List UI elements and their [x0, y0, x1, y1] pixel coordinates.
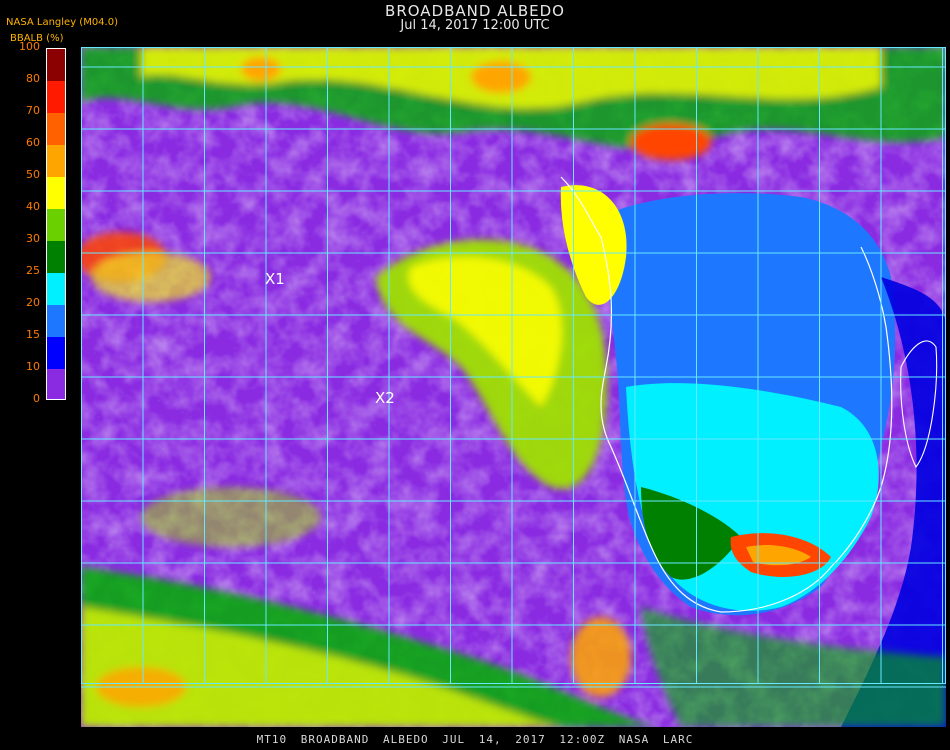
- colorbar-tick-label: 60: [26, 136, 40, 149]
- colorbar-tick-label: 15: [26, 328, 40, 341]
- colorbar-segment: [47, 305, 65, 337]
- map-datetime: Jul 14, 2017 12:00 UTC: [400, 18, 550, 33]
- colorbar-segment: [47, 145, 65, 177]
- colorbar-segment: [47, 49, 65, 81]
- colorbar-segment: [47, 113, 65, 145]
- marker-x2: X2: [375, 389, 395, 407]
- colorbar-segment: [47, 369, 65, 399]
- colorbar-tick-label: 80: [26, 72, 40, 85]
- footer-caption: MT10 BROADBAND ALBEDO JUL 14, 2017 12:00…: [256, 733, 694, 746]
- colorbar-segment: [47, 177, 65, 209]
- data-source-label: NASA Langley (M04.0): [6, 17, 118, 28]
- colorbar-tick-label: 100: [19, 40, 40, 53]
- colorbar-tick-label: 50: [26, 168, 40, 181]
- colorbar-tick-label: 40: [26, 200, 40, 213]
- colorbar: [46, 48, 66, 400]
- colorbar-segment: [47, 81, 65, 113]
- colorbar-segment: [47, 273, 65, 305]
- colorbar-segment: [47, 337, 65, 369]
- albedo-map: X1 X2: [81, 47, 946, 727]
- colorbar-tick-label: 10: [26, 360, 40, 373]
- colorbar-tick-label: 20: [26, 296, 40, 309]
- colorbar-tick-label: 0: [33, 392, 40, 405]
- colorbar-tick-label: 30: [26, 232, 40, 245]
- colorbar-segment: [47, 209, 65, 241]
- colorbar-tick-label: 25: [26, 264, 40, 277]
- colorbar-segment: [47, 241, 65, 273]
- colorbar-tick-label: 70: [26, 104, 40, 117]
- marker-x1: X1: [265, 270, 285, 288]
